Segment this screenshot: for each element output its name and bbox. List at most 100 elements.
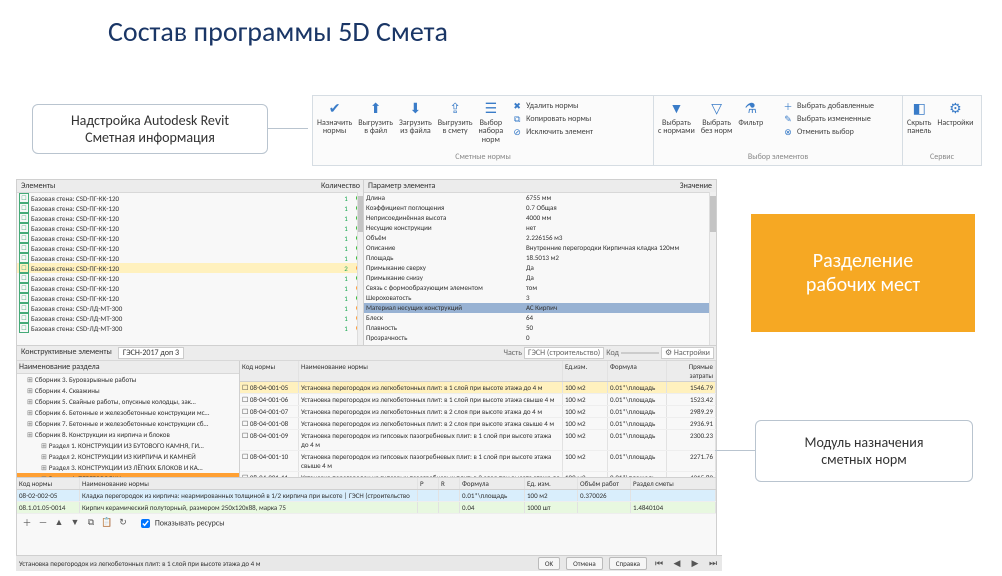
checkbox-icon[interactable]: ☐ — [19, 273, 29, 283]
tool-paste-icon[interactable]: 📋 — [101, 516, 113, 528]
cancel-button[interactable]: Отмена — [566, 557, 603, 570]
show-resources-toggle[interactable]: Показывать ресурсы — [137, 516, 225, 531]
param-row[interactable]: Плавность50 — [364, 323, 716, 333]
section-row[interactable]: ⊞Сборник 7. Бетонные и железобетонные ко… — [17, 418, 239, 429]
element-row[interactable]: ☐Базовая стена: CSD-ПГ-КК-1201 — [17, 283, 364, 293]
ribbon-plus-item[interactable]: ＋Выбрать добавленные — [782, 100, 898, 112]
tool-refresh-icon[interactable]: ↻ — [117, 516, 129, 528]
param-row[interactable]: Примыкание снизуДа — [364, 273, 716, 283]
section-row[interactable]: ⊞Раздел 3. КОНСТРУКЦИИ ИЗ ЛЁГКИХ БЛОКОВ … — [17, 462, 239, 473]
param-row[interactable]: Неприсоединённая высота4000 мм — [364, 213, 716, 223]
checkbox-icon[interactable]: ☐ — [19, 253, 29, 263]
nav-first-icon[interactable]: ⏮ — [653, 558, 665, 570]
element-row[interactable]: ☐Базовая стена: CSD-ЛД-МТ-3001 — [17, 323, 364, 333]
param-row[interactable]: Связь с формообразующим элементомтом — [364, 283, 716, 293]
ok-button[interactable]: OK — [538, 557, 560, 570]
param-row[interactable]: Блеск64 — [364, 313, 716, 323]
norm-row[interactable]: ☐ 08-04-001-05Установка перегородок из л… — [240, 382, 716, 394]
assigned-row[interactable]: 08-02-002-05Кладка перегородок из кирпич… — [17, 490, 716, 502]
checkbox-icon[interactable]: ☐ — [19, 193, 29, 203]
section-row[interactable]: ⊞Раздел 1. КОНСТРУКЦИИ ИЗ БУТОВОГО КАМНЯ… — [17, 440, 239, 451]
element-row[interactable]: ☐Базовая стена: CSD-ПГ-КК-1201 — [17, 203, 364, 213]
ribbon-funnel1-button[interactable]: ▼Выбрать с нормами — [658, 98, 695, 152]
element-row[interactable]: ☐Базовая стена: CSD-ПГ-КК-1201 — [17, 293, 364, 303]
checkbox-icon[interactable]: ☐ — [19, 303, 29, 313]
nav-prev-icon[interactable]: ◀ — [671, 558, 683, 570]
ribbon-hide-button[interactable]: ◧Скрыть панель — [907, 98, 931, 152]
ribbon-assign-button[interactable]: ✔Назначить нормы — [317, 98, 352, 144]
norm-row[interactable]: ☐ 08-04-001-09Установка перегородок из г… — [240, 430, 716, 451]
code-input[interactable] — [621, 352, 659, 354]
folder-icon: ⊞ — [27, 397, 33, 406]
assigned-row[interactable]: 08.1.01.05-0014Кирпич керамический полут… — [17, 502, 716, 514]
param-row[interactable]: Площадь18.5013 м2 — [364, 253, 716, 263]
ribbon-cancel-item[interactable]: ⊗Отменить выбор — [782, 126, 898, 138]
checkbox-icon[interactable]: ☐ — [19, 243, 29, 253]
param-row[interactable]: Длина6755 мм — [364, 193, 716, 203]
section-row[interactable]: ⊞Сборник 5. Свайные работы, опускные кол… — [17, 396, 239, 407]
nav-last-icon[interactable]: ⏭ — [707, 558, 719, 570]
element-row[interactable]: ☐Базовая стена: CSD-ПГ-КК-1201 — [17, 273, 364, 283]
section-row[interactable]: ⊞Сборник 8. Конструкции из кирпича и бло… — [17, 429, 239, 440]
checkbox-icon[interactable]: ☐ — [19, 283, 29, 293]
norm-row[interactable]: ☐ 08-04-001-06Установка перегородок из л… — [240, 394, 716, 406]
ribbon-funnel3-button[interactable]: ⚗Фильтр — [738, 98, 763, 152]
section-row[interactable]: ⊞Сборник 4. Скважины — [17, 385, 239, 396]
norm-row[interactable]: ☐ 08-04-001-10Установка перегородок из г… — [240, 451, 716, 472]
element-row[interactable]: ☐Базовая стена: CSD-ПГ-КК-1201 — [17, 253, 364, 263]
checkbox-icon[interactable]: ☐ — [19, 203, 29, 213]
element-row[interactable]: ☐Базовая стена: CSD-ЛД-МТ-3001 — [17, 303, 364, 313]
ribbon-excl-item[interactable]: ⊘Исключить элемент — [511, 126, 649, 138]
tool-add-icon[interactable]: ＋ — [21, 516, 33, 528]
norm-row[interactable]: ☐ 08-04-001-08Установка перегородок из л… — [240, 418, 716, 430]
ribbon-edit-item[interactable]: ✎Выбрать измененные — [782, 113, 898, 125]
ribbon-funnel2-button[interactable]: ▽Выбрать без норм — [701, 98, 733, 152]
param-row[interactable]: Шероховатость3 — [364, 293, 716, 303]
folder-icon: ⊞ — [41, 452, 47, 461]
params-scrollbar[interactable] — [709, 192, 716, 345]
nav-next-icon[interactable]: ▶ — [689, 558, 701, 570]
param-row[interactable]: Примыкание сверхуДа — [364, 263, 716, 273]
ribbon-xml-in-button[interactable]: ⬇Загрузить из файла — [399, 98, 432, 144]
ribbon-gear-button[interactable]: ⚙Настройки — [937, 98, 973, 152]
ribbon-group-0-label: Сметные нормы — [317, 152, 649, 163]
element-row[interactable]: ☐Базовая стена: CSD-ЛД-МТ-3001 — [17, 313, 364, 323]
param-row[interactable]: Коэффициент поглощения0.7 Общая — [364, 203, 716, 213]
checkbox-icon[interactable]: ☐ — [19, 293, 29, 303]
checkbox-icon[interactable]: ☐ — [19, 223, 29, 233]
param-row[interactable]: Прозрачность0 — [364, 333, 716, 343]
section-row[interactable]: ⊞Раздел 2. КОНСТРУКЦИИ ИЗ КИРПИЧА И КАМН… — [17, 451, 239, 462]
part-select[interactable]: ГЭСН (строительство) — [524, 347, 604, 359]
param-row[interactable]: ОписаниеВнутренние перегородки Кирпичная… — [364, 243, 716, 253]
section-row[interactable]: ⊞Сборник 3. Буровзрывные работы — [17, 374, 239, 385]
ribbon-pick-button[interactable]: ☰Выбор набора норм — [479, 98, 504, 144]
ribbon-del-item[interactable]: ✖Удалить нормы — [511, 100, 649, 112]
funnel2-icon: ▽ — [707, 98, 727, 118]
checkbox-icon[interactable]: ☐ — [19, 323, 29, 333]
param-row[interactable]: Объём2.226156 м3 — [364, 233, 716, 243]
param-row[interactable]: Материал несущих конструкцийАС Кирпич — [364, 303, 716, 313]
checkbox-icon[interactable]: ☐ — [19, 233, 29, 243]
element-row[interactable]: ☐Базовая стена: CSD-ПГ-КК-1201 — [17, 243, 364, 253]
element-row[interactable]: ☐Базовая стена: CSD-ПГ-КК-1201 — [17, 213, 364, 223]
element-row[interactable]: ☐Базовая стена: CSD-ПГ-КК-1201 — [17, 233, 364, 243]
ribbon-xml-out-button[interactable]: ⬆Выгрузить в файл — [358, 98, 393, 144]
ribbon-xml-sm-button[interactable]: ⇪Выгрузить в смету — [438, 98, 473, 144]
settings-button[interactable]: ⚙ Настройки — [661, 347, 714, 359]
checkbox-icon[interactable]: ☐ — [19, 313, 29, 323]
checkbox-icon[interactable]: ☐ — [19, 263, 29, 273]
tool-down-icon[interactable]: ▼ — [69, 516, 81, 528]
checkbox-icon[interactable]: ☐ — [19, 213, 29, 223]
element-row[interactable]: ☐Базовая стена: CSD-ПГ-КК-1201 — [17, 223, 364, 233]
ribbon-copy-item[interactable]: ⧉Копировать нормы — [511, 113, 649, 125]
help-button[interactable]: Справка — [609, 557, 647, 570]
element-row[interactable]: ☐Базовая стена: CSD-ПГ-КК-1201 — [17, 193, 364, 203]
section-row[interactable]: ⊞Сборник 6. Бетонные и железобетонные ко… — [17, 407, 239, 418]
norm-row[interactable]: ☐ 08-04-001-07Установка перегородок из л… — [240, 406, 716, 418]
tool-copy-icon[interactable]: ⧉ — [85, 516, 97, 528]
tool-del-icon[interactable]: － — [37, 516, 49, 528]
tool-up-icon[interactable]: ▲ — [53, 516, 65, 528]
element-row[interactable]: ☐Базовая стена: CSD-ПГ-КК-1202 — [17, 263, 364, 273]
param-row[interactable]: Несущие конструкциинет — [364, 223, 716, 233]
page-title: Состав программы 5D Смета — [0, 0, 1002, 57]
